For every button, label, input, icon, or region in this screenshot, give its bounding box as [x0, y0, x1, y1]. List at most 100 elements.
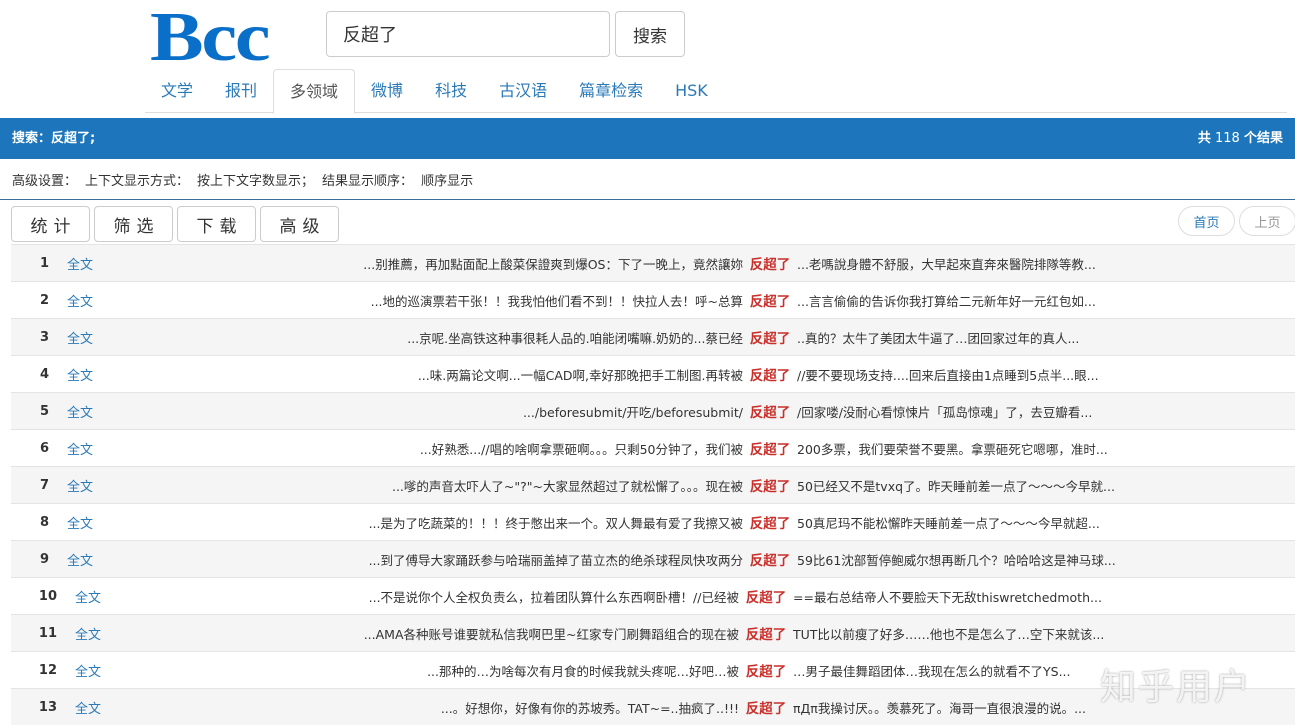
watermark: 知乎用户 — [1100, 667, 1253, 708]
result-row: 8 全文 ...是为了吃蔬菜的！！！终于憋出来一个。双人舞最有爱了我擦又被 反超… — [11, 503, 1295, 540]
left-context: ...那种的…为啥每次有月食的时候我就头疼呢…好吧…被 — [427, 663, 739, 679]
full-text-link[interactable]: 全文 — [75, 587, 135, 606]
result-list: 1 全文 ...别推薦，再加點面配上酸菜保證爽到爆OS：下了一晚上，竟然讓妳 反… — [11, 244, 1295, 725]
result-row: 9 全文 ...到了傅导大家踊跃参与哈瑞丽盖掉了苗立杰的绝杀球程凤快攻两分 反超… — [11, 540, 1295, 577]
download-button[interactable]: 下载 — [177, 206, 256, 242]
result-row: 1 全文 ...别推薦，再加點面配上酸菜保證爽到爆OS：下了一晚上，竟然讓妳 反… — [11, 244, 1295, 281]
first-page-button[interactable]: 首页 — [1178, 206, 1235, 236]
full-text-link[interactable]: 全文 — [67, 476, 127, 495]
left-context: ...京呢.坐高铁这种事很耗人品的.咱能闭嘴嘛.奶奶的...蔡已经 — [407, 330, 743, 346]
prev-page-button[interactable]: 上页 — [1239, 206, 1295, 236]
tab-5[interactable]: 古汉语 — [483, 69, 563, 113]
keyword-highlight: 反超了 — [749, 405, 791, 421]
result-row: 3 全文 ...京呢.坐高铁这种事很耗人品的.咱能闭嘴嘛.奶奶的...蔡已经 反… — [11, 318, 1295, 355]
tab-4[interactable]: 科技 — [419, 69, 483, 113]
right-context: 50真尼玛不能松懈昨天睡前差一点了～～～今早就超... — [797, 515, 1100, 531]
keyword-highlight: 反超了 — [749, 442, 791, 458]
left-context: ...好熟悉...//唱的啥啊拿票砸啊。。。只剩50分钟了，我们被 — [419, 441, 743, 457]
result-row: 11 全文 ...AMA各种账号谁要就私信我啊巴里~红家专门刷舞蹈组合的现在被 … — [11, 614, 1295, 651]
result-count: 共 118 个结果 — [1197, 131, 1283, 146]
row-number: 5 — [39, 403, 49, 419]
keyword-highlight: 反超了 — [749, 257, 791, 273]
left-context: ...嗲的声音太吓人了~"?"~大家显然超过了就松懈了。。。现在被 — [391, 478, 743, 494]
right-context: //要不要现场支持....回来后直接由1点睡到5点半...眼... — [797, 367, 1099, 383]
full-text-link[interactable]: 全文 — [67, 402, 127, 421]
advanced-settings: 高级设置： 上下文显示方式： 按上下文字数显示； 结果显示顺序： 顺序显示 — [12, 174, 474, 189]
right-context: ...言言偷偷的告诉你我打算给二元新年好一元红包如... — [797, 293, 1096, 309]
keyword-highlight: 反超了 — [745, 590, 787, 606]
full-text-link[interactable]: 全文 — [67, 365, 127, 384]
right-context: …男子最佳舞蹈团体…我现在怎么的就看不了YS... — [793, 663, 1071, 679]
right-context: πДπ我操讨厌。。羡慕死了。海哥一直很浪漫的说。... — [793, 700, 1086, 716]
filter-button[interactable]: 筛选 — [94, 206, 173, 242]
tab-6[interactable]: 篇章检索 — [563, 69, 659, 113]
row-number: 1 — [39, 255, 49, 271]
advanced-button[interactable]: 高级 — [260, 206, 339, 242]
full-text-link[interactable]: 全文 — [67, 550, 127, 569]
left-context: ...味.两篇论文啊...一幅CAD啊,幸好那晚把手工制图.再转被 — [417, 367, 743, 383]
result-row: 4 全文 ...味.两篇论文啊...一幅CAD啊,幸好那晚把手工制图.再转被 反… — [11, 355, 1295, 392]
tab-1[interactable]: 报刊 — [209, 69, 273, 113]
result-row: 10 全文 ...不是说你个人全权负责么，拉着团队算什么东西啊卧槽！//已经被 … — [11, 577, 1295, 614]
row-number: 12 — [38, 662, 57, 678]
tab-2[interactable]: 多领域 — [273, 69, 356, 114]
full-text-link[interactable]: 全文 — [75, 661, 135, 680]
toolbar: 统计 筛选 下载 高级 — [11, 206, 339, 242]
full-text-link[interactable]: 全文 — [67, 291, 127, 310]
right-context: ...老嗎說身體不舒服，大早起來直奔來醫院排隊等教... — [797, 256, 1096, 272]
left-context: ...不是说你个人全权负责么，拉着团队算什么东西啊卧槽！//已经被 — [368, 589, 739, 605]
keyword-highlight: 反超了 — [745, 664, 787, 680]
full-text-link[interactable]: 全文 — [67, 328, 127, 347]
keyword-highlight: 反超了 — [749, 516, 791, 532]
row-number: 4 — [39, 366, 49, 382]
right-context: ==最右总结帝人不要脸天下无敌thiswretchedmoth... — [793, 589, 1102, 605]
keyword-highlight: 反超了 — [749, 479, 791, 495]
right-context: /回家喽/没耐心看惊悚片「孤岛惊魂」了，去豆瓣看... — [797, 404, 1093, 420]
keyword-highlight: 反超了 — [749, 331, 791, 347]
row-number: 2 — [39, 292, 49, 308]
corpus-tabs: 文学 报刊 多领域 微博 科技 古汉语 篇章检索 HSK — [145, 69, 1287, 114]
row-number: 6 — [39, 440, 49, 456]
full-text-link[interactable]: 全文 — [67, 254, 127, 273]
keyword-highlight: 反超了 — [749, 294, 791, 310]
left-context: ...到了傅导大家踊跃参与哈瑞丽盖掉了苗立杰的绝杀球程凤快攻两分 — [368, 552, 743, 568]
result-row: 2 全文 ...地的巡演票若干张！！我我怕他们看不到！！快拉人去！呼~总算 反超… — [11, 281, 1295, 318]
tab-0[interactable]: 文学 — [145, 69, 209, 113]
bcc-logo: Bcc — [150, 0, 271, 76]
left-context: ...地的巡演票若干张！！我我怕他们看不到！！快拉人去！呼~总算 — [370, 293, 743, 309]
search-input[interactable] — [326, 11, 610, 57]
right-context: ..真的？太牛了美团太牛逼了…团回家过年的真人... — [797, 330, 1080, 346]
keyword-highlight: 反超了 — [745, 701, 787, 717]
row-number: 9 — [39, 551, 49, 567]
full-text-link[interactable]: 全文 — [67, 439, 127, 458]
right-context: 59比61沈部暂停鲍威尔想再断几个？哈哈哈这是神马球... — [797, 552, 1116, 568]
row-number: 8 — [39, 514, 49, 530]
keyword-highlight: 反超了 — [749, 553, 791, 569]
search-button[interactable]: 搜索 — [615, 11, 685, 57]
right-context: TUT比以前瘦了好多……他也不是怎么了…空下来就该... — [793, 626, 1105, 642]
tab-7[interactable]: HSK — [659, 69, 724, 113]
divider — [0, 199, 1295, 200]
row-number: 10 — [38, 588, 57, 604]
left-context: ...。好想你，好像有你的苏坡秀。TAT~=..抽疯了..!!! — [440, 700, 739, 716]
query-summary: 搜索：反超了; — [12, 131, 96, 146]
result-row: 7 全文 ...嗲的声音太吓人了~"?"~大家显然超过了就松懈了。。。现在被 反… — [11, 466, 1295, 503]
left-context: ...是为了吃蔬菜的！！！终于憋出来一个。双人舞最有爱了我擦又被 — [368, 515, 743, 531]
result-row: 6 全文 ...好熟悉...//唱的啥啊拿票砸啊。。。只剩50分钟了，我们被 反… — [11, 429, 1295, 466]
right-context: 50已经又不是tvxq了。昨天睡前差一点了～～～今早就... — [797, 478, 1115, 494]
full-text-link[interactable]: 全文 — [75, 624, 135, 643]
row-number: 13 — [38, 699, 57, 715]
pager: 首页 上页 — [1178, 206, 1295, 236]
left-context: .../beforesubmit/开吃/beforesubmit/ — [522, 404, 743, 420]
full-text-link[interactable]: 全文 — [75, 698, 135, 717]
row-number: 11 — [38, 625, 57, 641]
row-number: 7 — [39, 477, 49, 493]
left-context: ...AMA各种账号谁要就私信我啊巴里~红家专门刷舞蹈组合的现在被 — [363, 626, 739, 642]
left-context: ...别推薦，再加點面配上酸菜保證爽到爆OS：下了一晚上，竟然讓妳 — [363, 256, 743, 272]
keyword-highlight: 反超了 — [749, 368, 791, 384]
stats-button[interactable]: 统计 — [11, 206, 90, 242]
keyword-highlight: 反超了 — [745, 627, 787, 643]
row-number: 3 — [39, 329, 49, 345]
full-text-link[interactable]: 全文 — [67, 513, 127, 532]
tab-3[interactable]: 微博 — [355, 69, 419, 113]
